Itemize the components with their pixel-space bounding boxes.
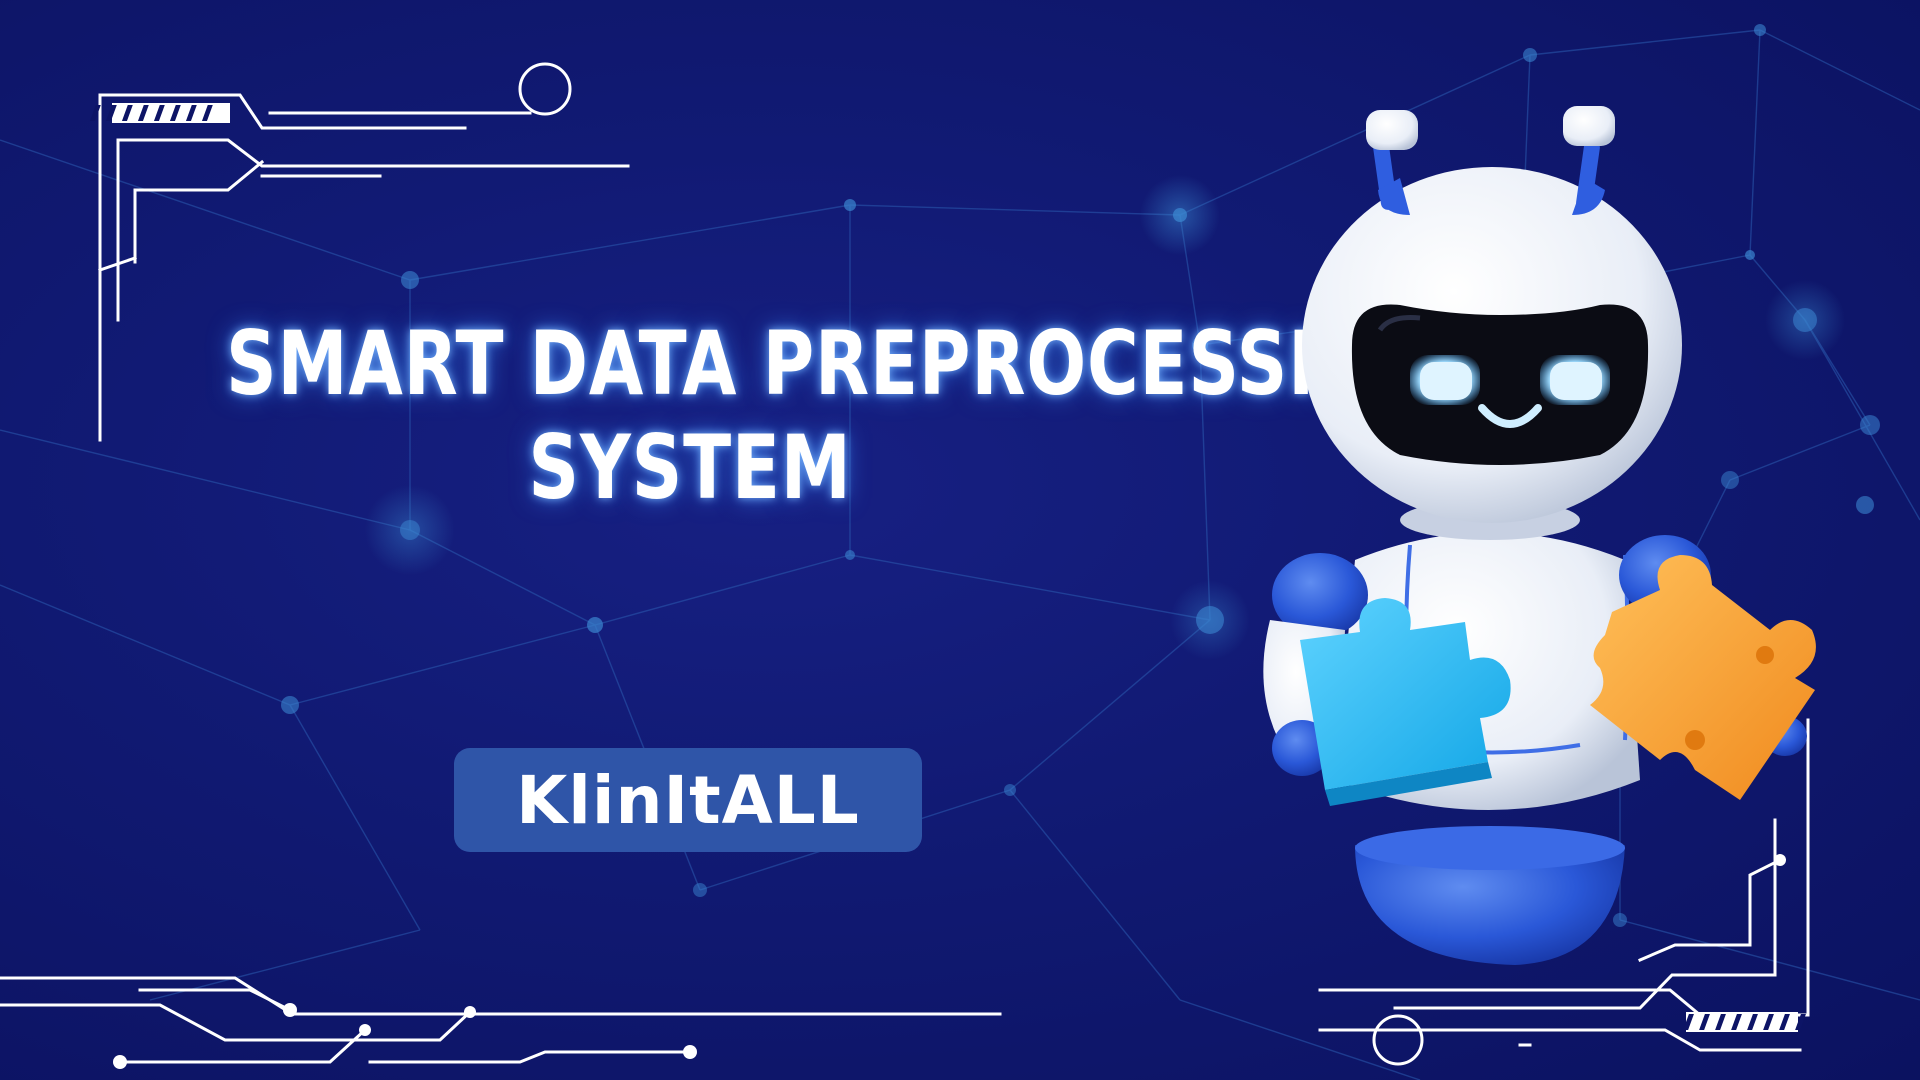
- robot-mascot-icon: [1263, 106, 1816, 965]
- banner-canvas: SMART DATA PREPROCESSING SYSTEM KlinItAL…: [0, 0, 1920, 1080]
